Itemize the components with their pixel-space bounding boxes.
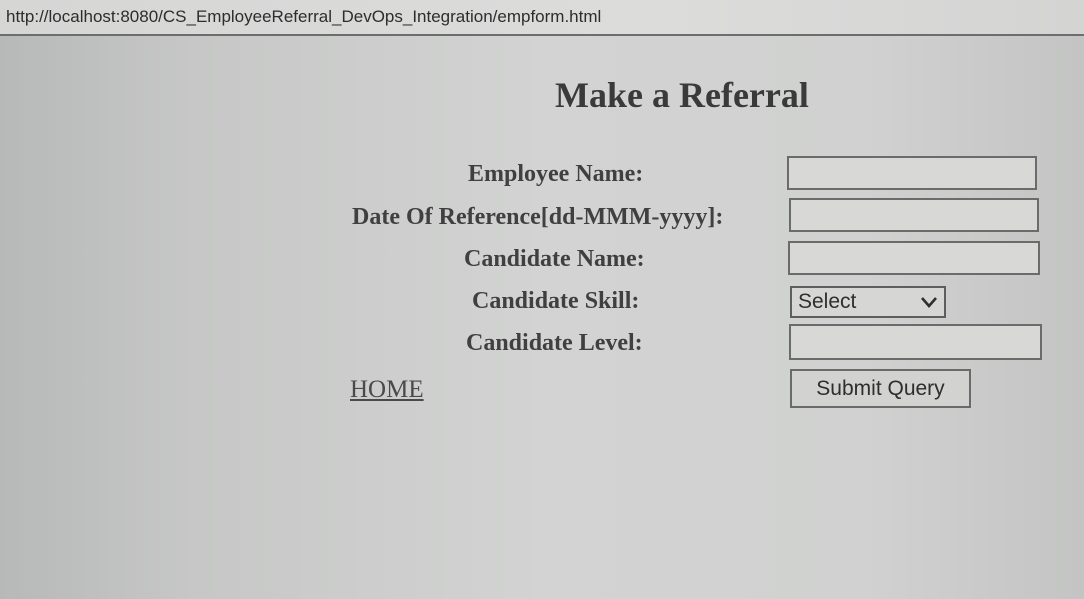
candidate-level-input[interactable]	[789, 324, 1042, 360]
candidate-skill-selected: Select	[798, 290, 857, 313]
employee-name-label: Employee Name:	[468, 161, 644, 187]
employee-name-input[interactable]	[787, 156, 1037, 190]
candidate-name-label: Candidate Name:	[464, 246, 645, 272]
candidate-level-label: Candidate Level:	[466, 330, 643, 356]
candidate-skill-label: Candidate Skill:	[472, 288, 640, 314]
submit-query-button[interactable]: Submit Query	[790, 369, 971, 408]
home-link[interactable]: HOME	[350, 376, 424, 404]
date-of-reference-label: Date Of Reference[dd-MMM-yyyy]:	[352, 204, 724, 230]
address-bar-url[interactable]: http://localhost:8080/CS_EmployeeReferra…	[6, 7, 601, 27]
candidate-skill-select[interactable]: Select	[790, 286, 946, 318]
page-title: Make a Referral	[555, 75, 809, 115]
address-bar[interactable]: http://localhost:8080/CS_EmployeeReferra…	[0, 0, 1084, 36]
date-of-reference-input[interactable]	[789, 198, 1039, 232]
candidate-name-input[interactable]	[788, 241, 1040, 275]
chevron-down-icon	[921, 297, 937, 308]
